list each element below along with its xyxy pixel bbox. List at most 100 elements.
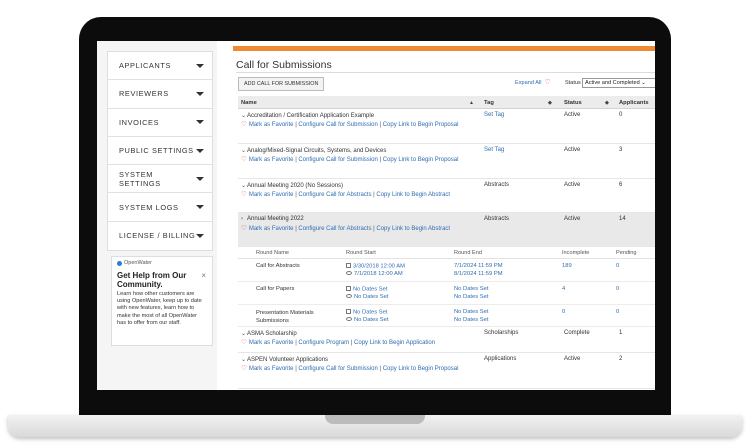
row-status: Active bbox=[564, 356, 581, 362]
column-tag[interactable]: Tag bbox=[484, 100, 494, 106]
round-end[interactable]: 7/1/2024 11:59 PM bbox=[454, 263, 503, 269]
heart-icon: ♡ bbox=[241, 365, 247, 372]
row-name[interactable]: › Annual Meeting 2022 bbox=[241, 216, 304, 222]
close-icon[interactable]: × bbox=[201, 271, 206, 280]
row-actions: ♡ Mark as Favorite | Configure Call for A… bbox=[241, 225, 451, 232]
pending-count[interactable]: 0 bbox=[616, 286, 619, 292]
table-row-expanded[interactable]: › Annual Meeting 2022 Abstracts Active 14… bbox=[238, 213, 655, 247]
table-row[interactable]: ⌄Analog/Mixed-Signal Circuits, Systems, … bbox=[238, 144, 655, 179]
round-start-public[interactable]: 7/1/2018 12:00 AM bbox=[346, 271, 403, 277]
copy-link[interactable]: Copy Link to Begin Abstract bbox=[376, 192, 450, 198]
status-filter-value: Active and Completed bbox=[585, 80, 640, 86]
round-end-public[interactable]: No Dates Set bbox=[454, 294, 488, 300]
table-row[interactable]: ⌄ASMA Scholarship Scholarships Complete … bbox=[238, 327, 655, 353]
caret-down-icon bbox=[196, 63, 204, 68]
configure-link[interactable]: Configure Program bbox=[298, 340, 349, 346]
row-name[interactable]: ⌄ASMA Scholarship bbox=[241, 330, 297, 337]
screen: APPLICANTS REVIEWERS INVOICES PUBLIC SET… bbox=[97, 41, 655, 390]
incomplete-count[interactable]: 4 bbox=[562, 286, 565, 292]
sidebar-item-label: PUBLIC SETTINGS bbox=[119, 146, 194, 156]
sidebar-item-invoices[interactable]: INVOICES bbox=[108, 109, 212, 137]
sidebar-item-applicants[interactable]: APPLICANTS bbox=[108, 52, 212, 81]
submissions-table: Name ▲ Tag ◆ Status ◆ Applicants ⌄Accred… bbox=[238, 96, 655, 389]
copy-link[interactable]: Copy Link to Begin Application bbox=[354, 340, 435, 346]
mark-favorite-link[interactable]: Mark as Favorite bbox=[249, 366, 294, 372]
status-filter-select[interactable]: Active and Completed ⌄ bbox=[582, 78, 655, 88]
configure-link[interactable]: Configure Call for Abstracts bbox=[298, 192, 371, 198]
table-row[interactable]: ⌄Annual Meeting 2020 (No Sessions) Abstr… bbox=[238, 179, 655, 213]
round-start-date: No Dates Set bbox=[353, 309, 388, 316]
column-applicants[interactable]: Applicants bbox=[619, 100, 649, 106]
column-name[interactable]: Name bbox=[241, 100, 257, 106]
configure-link[interactable]: Configure Call for Submission bbox=[298, 157, 377, 163]
pending-count[interactable]: 0 bbox=[616, 309, 619, 315]
row-name[interactable]: ⌄Analog/Mixed-Signal Circuits, Systems, … bbox=[241, 147, 386, 154]
row-actions: ♡ Mark as Favorite | Configure Call for A… bbox=[241, 191, 451, 198]
row-name[interactable]: ⌄ASPEN Volunteer Applications bbox=[241, 356, 328, 363]
configure-link[interactable]: Configure Call for Abstracts bbox=[298, 226, 371, 232]
copy-link[interactable]: Copy Link to Begin Abstract bbox=[376, 226, 450, 232]
copy-link[interactable]: Copy Link to Begin Proposal bbox=[383, 122, 459, 128]
round-row: Call for Papers No Dates Set No Dates Se… bbox=[238, 282, 655, 305]
round-start[interactable]: 3/30/2018 12:00 AM bbox=[346, 263, 405, 270]
round-start[interactable]: No Dates Set bbox=[346, 309, 387, 316]
copy-link[interactable]: Copy Link to Begin Proposal bbox=[383, 366, 459, 372]
row-applicants: 2 bbox=[619, 356, 623, 362]
row-actions: ♡ Mark as Favorite | Configure Program | … bbox=[241, 339, 436, 346]
round-start-date: No Dates Set bbox=[353, 286, 388, 293]
row-name[interactable]: ⌄Accreditation / Certification Applicati… bbox=[241, 112, 374, 119]
brand-name: OpenWater bbox=[124, 260, 152, 266]
pending-count[interactable]: 0 bbox=[616, 263, 619, 269]
incomplete-count[interactable]: 0 bbox=[562, 309, 565, 315]
table-row[interactable]: ⌄Accreditation / Certification Applicati… bbox=[238, 109, 655, 144]
expand-all-link[interactable]: Expand All ♡ bbox=[515, 79, 551, 86]
sidebar-item-system-logs[interactable]: SYSTEM LOGS bbox=[108, 193, 212, 222]
incomplete-count[interactable]: 189 bbox=[562, 263, 572, 269]
round-start[interactable]: No Dates Set bbox=[346, 286, 387, 293]
sidebar-item-label: REVIEWERS bbox=[119, 89, 169, 99]
sort-icon[interactable]: ◆ bbox=[605, 100, 609, 106]
round-start-public[interactable]: No Dates Set bbox=[346, 317, 388, 323]
configure-link[interactable]: Configure Call for Submission bbox=[298, 122, 377, 128]
mark-favorite-link[interactable]: Mark as Favorite bbox=[249, 192, 294, 198]
round-start-public[interactable]: No Dates Set bbox=[346, 294, 388, 300]
row-status: Active bbox=[564, 182, 581, 188]
add-call-for-submission-button[interactable]: ADD CALL FOR SUBMISSION bbox=[238, 77, 325, 91]
round-end[interactable]: No Dates Set bbox=[454, 309, 488, 315]
row-status: Active bbox=[564, 147, 581, 153]
sidebar-item-label: SYSTEM SETTINGS bbox=[119, 169, 161, 188]
sort-up-icon[interactable]: ▲ bbox=[469, 100, 474, 106]
round-end-column: Round End bbox=[454, 250, 482, 256]
sidebar-item-public-settings[interactable]: PUBLIC SETTINGS bbox=[108, 137, 212, 166]
main-content: Call for Submissions ADD CALL FOR SUBMIS… bbox=[228, 41, 655, 390]
round-end[interactable]: No Dates Set bbox=[454, 286, 488, 292]
table-row[interactable]: ⌄ASPEN Volunteer Applications Applicatio… bbox=[238, 353, 655, 389]
sidebar-item-license-billing[interactable]: LICENSE / BILLING bbox=[108, 222, 212, 250]
round-row: Presentation Materials Submissions No Da… bbox=[238, 305, 655, 327]
mark-favorite-link[interactable]: Mark as Favorite bbox=[249, 122, 294, 128]
row-name[interactable]: ⌄Annual Meeting 2020 (No Sessions) bbox=[241, 182, 343, 189]
set-tag-link[interactable]: Set Tag bbox=[484, 112, 504, 118]
round-end-public[interactable]: No Dates Set bbox=[454, 317, 488, 323]
round-end-public[interactable]: 8/1/2024 11:59 PM bbox=[454, 271, 503, 277]
set-tag-link[interactable]: Set Tag bbox=[484, 147, 504, 153]
row-name-text: ASMA Scholarship bbox=[247, 331, 297, 337]
column-status[interactable]: Status bbox=[564, 100, 582, 106]
sort-icon[interactable]: ◆ bbox=[548, 100, 552, 106]
row-name-text: ASPEN Volunteer Applications bbox=[247, 357, 329, 363]
caret-down-icon bbox=[196, 120, 204, 125]
rounds-header: Round Name Round Start Round End Incompl… bbox=[238, 247, 655, 259]
sidebar-item-label: INVOICES bbox=[119, 117, 160, 127]
row-name-text: Accreditation / Certification Applicatio… bbox=[247, 113, 375, 119]
mark-favorite-link[interactable]: Mark as Favorite bbox=[249, 157, 294, 163]
mark-favorite-link[interactable]: Mark as Favorite bbox=[249, 226, 294, 232]
configure-link[interactable]: Configure Call for Submission bbox=[298, 366, 377, 372]
sidebar-item-label: APPLICANTS bbox=[119, 61, 172, 71]
sidebar-item-reviewers[interactable]: REVIEWERS bbox=[108, 80, 212, 109]
mark-favorite-link[interactable]: Mark as Favorite bbox=[249, 340, 294, 346]
row-name-text: Analog/Mixed-Signal Circuits, Systems, a… bbox=[247, 148, 387, 154]
copy-link[interactable]: Copy Link to Begin Proposal bbox=[383, 157, 459, 163]
help-title[interactable]: Get Help from Our Community. bbox=[117, 271, 195, 289]
row-actions: ♡ Mark as Favorite | Configure Call for S… bbox=[241, 365, 459, 372]
sidebar-item-system-settings[interactable]: SYSTEM SETTINGS bbox=[108, 165, 212, 194]
